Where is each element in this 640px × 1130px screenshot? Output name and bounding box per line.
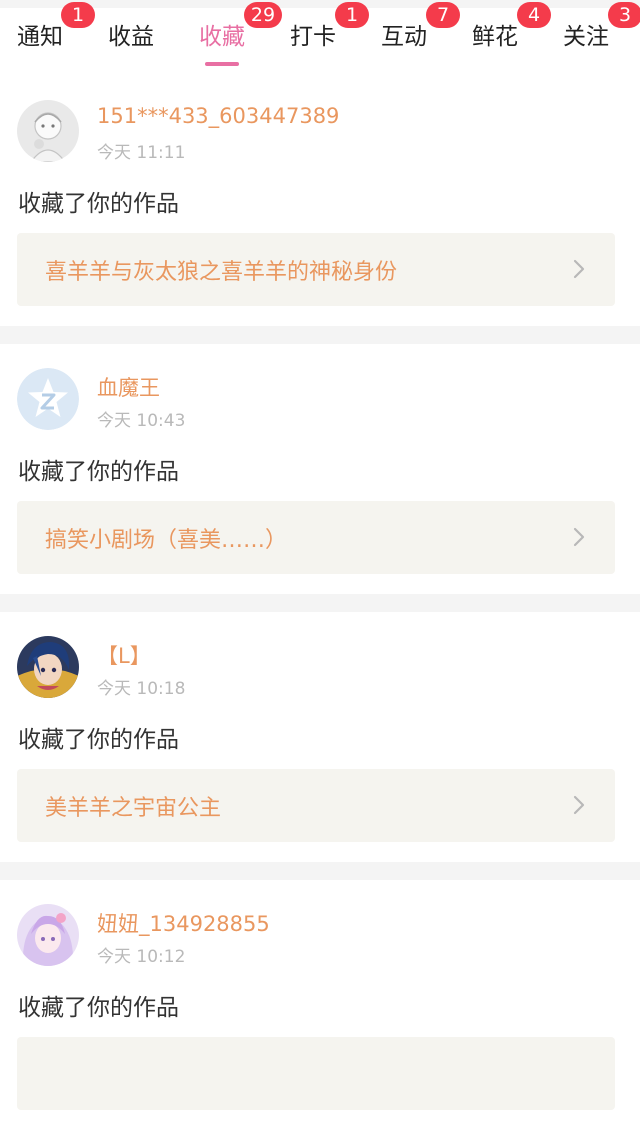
timestamp: 今天 10:12: [97, 947, 186, 967]
divider: [0, 326, 640, 344]
work-title: 搞笑小剧场（喜美……）: [45, 528, 288, 553]
avatar[interactable]: [17, 100, 79, 162]
work-link[interactable]: 搞笑小剧场（喜美……）: [17, 501, 615, 574]
tab-checkin[interactable]: 打卡 1: [290, 2, 369, 76]
action-text: 收藏了你的作品: [18, 459, 179, 485]
favorites-feed: 151***433_603447389 今天 11:11 收藏了你的作品 喜羊羊…: [0, 76, 640, 1130]
unread-badge: 3: [608, 2, 640, 28]
tab-earnings[interactable]: 收益: [108, 8, 154, 76]
chevron-right-icon: [573, 259, 585, 279]
default-star-avatar-icon: [17, 368, 79, 430]
list-item: 151***433_603447389 今天 11:11 收藏了你的作品 喜羊羊…: [0, 76, 640, 326]
list-item: 【L】 今天 10:18 收藏了你的作品 美羊羊之宇宙公主: [0, 612, 640, 862]
timestamp: 今天 10:43: [97, 411, 186, 431]
tab-interactions[interactable]: 互动 7: [381, 2, 460, 76]
work-link[interactable]: 喜羊羊与灰太狼之喜羊羊的神秘身份: [17, 233, 615, 306]
work-link[interactable]: [17, 1037, 615, 1110]
action-text: 收藏了你的作品: [18, 995, 179, 1021]
action-text: 收藏了你的作品: [18, 191, 179, 217]
tab-label: 收益: [108, 24, 154, 50]
tab-label: 打卡: [290, 24, 336, 50]
tab-label: 互动: [381, 24, 427, 50]
tab-notifications[interactable]: 通知 1: [17, 2, 95, 76]
work-title: 喜羊羊与灰太狼之喜羊羊的神秘身份: [45, 260, 398, 285]
tab-label: 鲜花: [472, 24, 518, 50]
timestamp: 今天 11:11: [97, 143, 186, 163]
username[interactable]: 妞妞_134928855: [97, 908, 270, 938]
chevron-right-icon: [573, 527, 585, 547]
active-tab-indicator: [205, 62, 239, 66]
tab-label: 收藏: [199, 24, 245, 50]
list-item: 血魔王 今天 10:43 收藏了你的作品 搞笑小剧场（喜美……）: [0, 344, 640, 594]
unread-badge: 4: [517, 2, 551, 28]
action-text: 收藏了你的作品: [18, 727, 179, 753]
username[interactable]: 血魔王: [97, 372, 160, 402]
divider: [0, 594, 640, 612]
tab-follows[interactable]: 关注 3: [563, 2, 640, 76]
chevron-right-icon: [573, 795, 585, 815]
tab-bar: 通知 1 收益 收藏 29 打卡 1 互动 7 鲜花 4 关注 3: [0, 2, 640, 76]
tab-flowers[interactable]: 鲜花 4: [472, 2, 551, 76]
unread-badge: 29: [244, 2, 282, 28]
username[interactable]: 【L】: [97, 640, 151, 670]
avatar[interactable]: [17, 368, 79, 430]
work-link[interactable]: 美羊羊之宇宙公主: [17, 769, 615, 842]
anime-blue-hair-avatar-icon: [17, 636, 79, 698]
timestamp: 今天 10:18: [97, 679, 186, 699]
username[interactable]: 151***433_603447389: [97, 104, 339, 128]
unread-badge: 1: [61, 2, 95, 28]
tab-label: 关注: [563, 24, 609, 50]
unread-badge: 1: [335, 2, 369, 28]
tab-label: 通知: [17, 24, 63, 50]
unread-badge: 7: [426, 2, 460, 28]
work-title: 美羊羊之宇宙公主: [45, 796, 222, 821]
anime-pink-hair-avatar-icon: [17, 904, 79, 966]
tab-favorites[interactable]: 收藏 29: [199, 2, 282, 76]
avatar[interactable]: [17, 904, 79, 966]
divider: [0, 862, 640, 880]
avatar[interactable]: [17, 636, 79, 698]
list-item: 妞妞_134928855 今天 10:12 收藏了你的作品: [0, 880, 640, 1130]
sketch-girl-avatar-icon: [17, 100, 79, 162]
